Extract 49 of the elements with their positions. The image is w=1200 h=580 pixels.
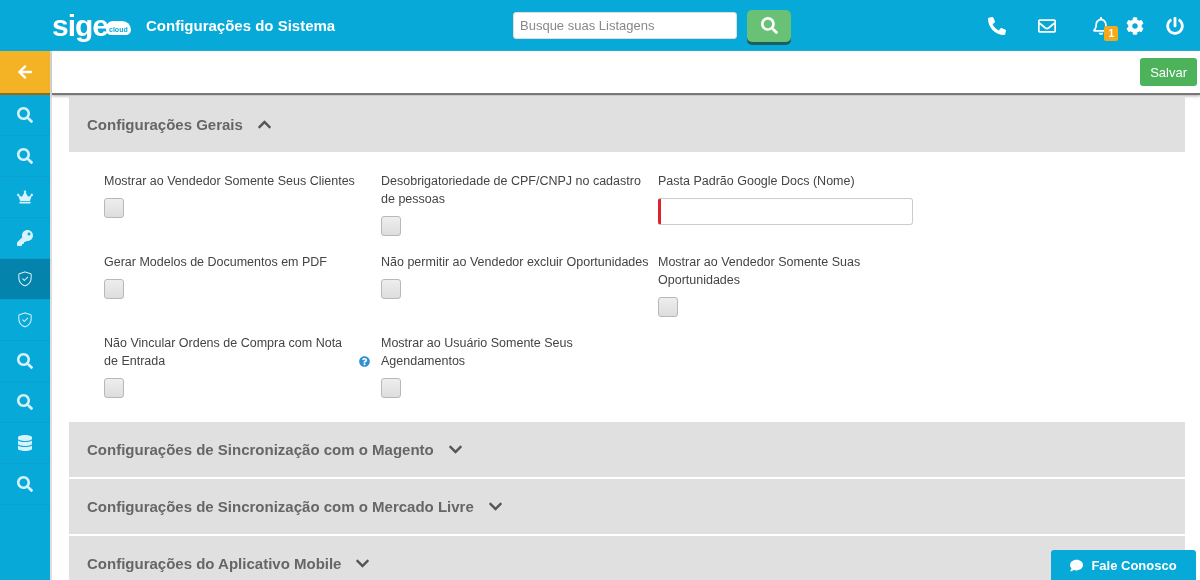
key-icon	[17, 230, 33, 246]
power-icon[interactable]	[1166, 16, 1184, 35]
field-label: Não permitir ao Vendedor excluir Oportunidades	[381, 254, 649, 271]
phone-icon[interactable]	[988, 16, 1007, 35]
shield-icon	[17, 271, 33, 287]
chat-button[interactable]: Fale Conosco	[1051, 550, 1196, 580]
back-arrow-icon	[17, 64, 33, 80]
search-icon	[17, 353, 33, 369]
search-field[interactable]: Busque suas Listagens	[513, 12, 737, 39]
section-header[interactable]: Configurações de Sincronização com o Magento	[69, 422, 1185, 477]
input-field[interactable]	[658, 198, 913, 225]
back-button[interactable]	[0, 51, 50, 95]
checkbox[interactable]	[658, 297, 678, 317]
checkbox[interactable]	[104, 279, 124, 299]
mail-icon[interactable]	[1038, 16, 1057, 35]
save-button[interactable]: Salvar	[1140, 58, 1197, 86]
sidebar-item[interactable]	[0, 259, 50, 300]
checkbox[interactable]	[381, 216, 401, 236]
search-icon	[17, 148, 33, 164]
page-title: Configurações do Sistema	[146, 17, 337, 34]
settings-icon[interactable]	[1126, 16, 1144, 35]
field-label: Mostrar ao Vendedor Somente Suas Oportunidades	[658, 254, 862, 289]
checkbox[interactable]	[104, 198, 124, 218]
search-button[interactable]	[747, 9, 791, 42]
section-header[interactable]: Configurações Gerais	[69, 97, 1185, 152]
checkbox[interactable]	[381, 279, 401, 299]
speech-bubble-icon	[1070, 558, 1084, 572]
field-label: Pasta Padrão Google Docs (Nome)	[658, 173, 855, 190]
field-label: Mostrar ao Vendedor Somente Seus Clientes	[104, 173, 355, 190]
crown-icon	[17, 189, 33, 205]
field-label: Gerar Modelos de Documentos em PDF	[104, 254, 327, 271]
checkbox[interactable]	[381, 378, 401, 398]
section-title: Configurações do Aplicativo Mobile	[87, 555, 342, 572]
section-header[interactable]: Configurações de Sincronização com o Mercado Livre	[69, 479, 1185, 534]
field-label: Não Vincular Ordens de Compra com Nota de Entrada	[104, 335, 344, 370]
search-icon	[17, 394, 33, 410]
search-icon	[17, 476, 33, 492]
checkbox[interactable]	[104, 378, 124, 398]
search-icon	[17, 107, 33, 123]
help-icon[interactable]	[359, 356, 370, 367]
database-icon	[17, 435, 33, 451]
section-title: Configurações de Sincronização com o Magento	[87, 441, 434, 458]
notification-count: 1	[1104, 26, 1118, 41]
field-label: Desobrigatoriedade de CPF/CNPJ no cadastro de pessoas	[381, 173, 642, 208]
shield-icon	[17, 312, 33, 328]
section-title: Configurações de Sincronização com o Mercado Livre	[87, 498, 474, 515]
field-label: Mostrar ao Usuário Somente Seus Agendamentos	[381, 335, 574, 370]
search-icon	[760, 17, 778, 34]
section-title: Configurações Gerais	[87, 116, 243, 133]
